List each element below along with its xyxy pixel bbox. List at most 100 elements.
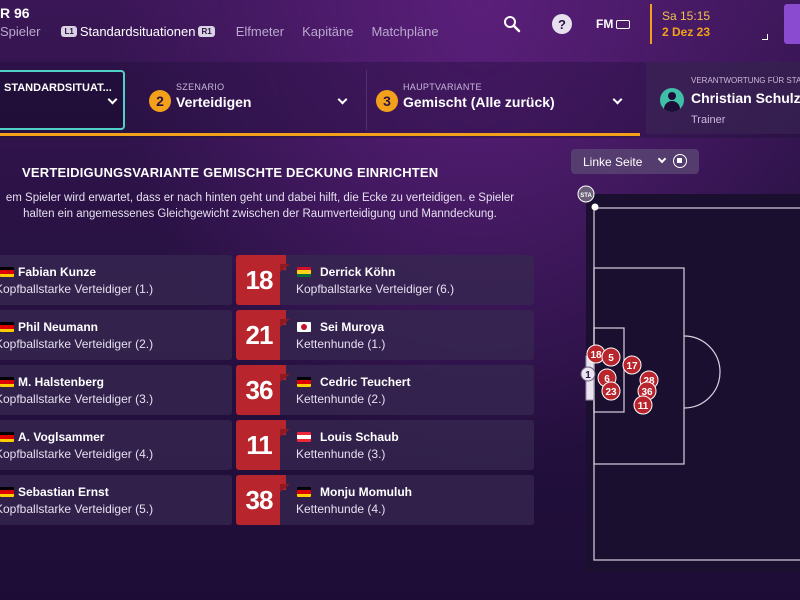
player-marker-number: 18 xyxy=(590,350,602,361)
tab-elfmeter[interactable]: Elfmeter xyxy=(236,24,284,39)
shirt-fold-icon xyxy=(280,484,290,492)
scenario-step-badge: 2 xyxy=(149,90,171,112)
player-card[interactable]: 38 Monju Momuluh Kettenhunde (4.) xyxy=(236,475,534,525)
player-card[interactable]: Sebastian Ernst Kopfballstarke Verteidig… xyxy=(0,475,232,525)
help-icon: ? xyxy=(552,14,572,34)
player-role: Kopfballstarke Verteidiger (6.) xyxy=(296,282,455,296)
standard-situation-label: STANDARDSITUAT... xyxy=(4,82,112,94)
flag-germany-icon xyxy=(297,487,311,497)
current-time: Sa 15:15 xyxy=(662,9,711,23)
shirt-number-badge: 18 xyxy=(236,255,286,305)
player-card[interactable]: M. Halstenberg Kopfballstarke Verteidige… xyxy=(0,365,232,415)
fm-logo: FM xyxy=(596,17,614,31)
player-role: Kopfballstarke Verteidiger (3.) xyxy=(0,392,154,406)
shirt-number: 11 xyxy=(246,429,272,460)
player-card[interactable]: Fabian Kunze Kopfballstarke Verteidiger … xyxy=(0,255,232,305)
flag-germany-icon xyxy=(0,377,14,387)
player-card[interactable]: 11 Louis Schaub Kettenhunde (3.) xyxy=(236,420,534,470)
chevron-down-icon xyxy=(107,94,118,105)
player-role: Kopfballstarke Verteidiger (5.) xyxy=(0,502,154,516)
scenario-caption: SZENARIO xyxy=(176,82,225,92)
player-role: Kopfballstarke Verteidiger (4.) xyxy=(0,447,154,461)
player-name: Sei Muroya xyxy=(320,320,385,334)
scenario-value: Verteidigen xyxy=(176,94,252,110)
person-icon xyxy=(660,88,684,112)
team-name: R 96 xyxy=(0,5,30,21)
player-role: Kettenhunde (2.) xyxy=(296,392,386,406)
shirt-fold-icon xyxy=(280,374,290,382)
tab-matchplaene-label: Matchpläne xyxy=(371,24,439,39)
page-heading: VERTEIDIGUNGSVARIANTE GEMISCHTE DECKUNG … xyxy=(22,165,439,180)
player-name: Phil Neumann xyxy=(18,320,99,334)
player-marker-number: 23 xyxy=(605,387,617,398)
tab-standardsituationen[interactable]: L1 Standardsituationen R1 xyxy=(58,24,217,39)
sub-navigation: Spieler L1 Standardsituationen R1 Elfmet… xyxy=(0,24,457,39)
top-bar: R 96 Spieler L1 Standardsituationen R1 E… xyxy=(0,0,800,50)
corner-taker-label: STA xyxy=(580,193,592,199)
shirt-number: 18 xyxy=(245,264,274,295)
shirt-fold-icon xyxy=(280,264,290,272)
help-button[interactable]: ? xyxy=(551,13,573,35)
standard-situation-dropdown[interactable]: STANDARDSITUAT... xyxy=(0,70,125,130)
player-marker-number: 5 xyxy=(608,353,614,364)
stop-icon[interactable] xyxy=(673,154,687,168)
variant-value: Gemischt (Alle zurück) xyxy=(403,94,555,110)
search-icon[interactable] xyxy=(501,13,523,35)
player-name: Sebastian Ernst xyxy=(18,485,109,499)
player-name: M. Halstenberg xyxy=(18,375,105,389)
shirt-number-badge: 36 xyxy=(236,365,286,415)
player-card[interactable]: 36 Cedric Teuchert Kettenhunde (2.) xyxy=(236,365,534,415)
tab-matchplaene[interactable]: Matchpläne xyxy=(371,24,438,39)
shirt-number-badge: 21 xyxy=(236,310,286,360)
player-card[interactable]: 21 Sei Muroya Kettenhunde (1.) xyxy=(236,310,534,360)
player-name: Monju Momuluh xyxy=(320,485,412,499)
main-variant-dropdown[interactable]: 3 HAUPTVARIANTE Gemischt (Alle zurück) xyxy=(366,70,636,130)
player-marker-number: 17 xyxy=(626,361,638,372)
date-display[interactable]: Sa 15:15 2 Dez 23 xyxy=(650,4,774,44)
chevron-down-icon xyxy=(337,94,348,105)
continue-button[interactable] xyxy=(784,4,800,44)
player-role: Kettenhunde (4.) xyxy=(296,502,386,516)
help-glyph: ? xyxy=(558,16,566,32)
player-card[interactable]: A. Voglsammer Kopfballstarke Verteidiger… xyxy=(0,420,232,470)
responsibility-panel[interactable]: VERANTWORTUNG FÜR STANDA Christian Schul… xyxy=(646,62,800,134)
tab-spieler[interactable]: Spieler xyxy=(0,24,40,39)
tab-spieler-label: Spieler xyxy=(0,24,41,39)
player-name: Cedric Teuchert xyxy=(320,375,411,389)
flag-germany-icon xyxy=(0,487,14,497)
tab-kapitaene-label: Kapitäne xyxy=(302,24,354,39)
player-card[interactable]: Phil Neumann Kopfballstarke Verteidiger … xyxy=(0,310,232,360)
set-piece-selector-bar: STANDARDSITUAT... 2 SZENARIO Verteidigen… xyxy=(0,62,800,138)
player-name: A. Voglsammer xyxy=(18,430,105,444)
fm-keyboard-button[interactable]: FM xyxy=(596,17,631,31)
responsibility-caption: VERANTWORTUNG FÜR STANDA xyxy=(691,76,800,85)
flag-germany-icon xyxy=(0,432,14,442)
goalkeeper-number: 1 xyxy=(585,370,591,381)
player-name: Louis Schaub xyxy=(320,430,399,444)
flag-austria-icon xyxy=(297,432,311,442)
variant-step-badge: 3 xyxy=(376,90,398,112)
flag-germany-icon xyxy=(297,377,311,387)
r1-button-hint: R1 xyxy=(198,26,215,37)
current-date: 2 Dez 23 xyxy=(662,25,711,39)
keyboard-icon xyxy=(616,19,631,29)
tab-elfmeter-label: Elfmeter xyxy=(235,24,285,39)
tab-kapitaene[interactable]: Kapitäne xyxy=(302,24,353,39)
player-role: Kopfballstarke Verteidiger (1.) xyxy=(0,282,154,296)
scenario-dropdown[interactable]: 2 SZENARIO Verteidigen xyxy=(140,70,358,130)
variant-description: em Spieler wird erwartet, dass er nach h… xyxy=(5,192,515,220)
chevron-down-icon xyxy=(657,154,667,164)
corner-side-dropdown[interactable]: Linke Seite xyxy=(571,149,699,174)
shirt-number: 36 xyxy=(245,374,274,405)
pitch-diagram: STA 1 18 5 17 6 23 28 36 11 xyxy=(577,185,800,572)
shirt-fold-icon xyxy=(280,319,290,327)
player-role: Kettenhunde (3.) xyxy=(296,447,386,461)
player-card[interactable]: 18 Derrick Köhn Kopfballstarke Verteidig… xyxy=(236,255,534,305)
chevron-down-icon xyxy=(612,94,623,105)
shirt-number-badge: 38 xyxy=(236,475,286,525)
shirt-number: 38 xyxy=(245,484,274,515)
accent-divider xyxy=(0,133,640,136)
flag-germany-icon xyxy=(0,267,14,277)
responsible-coach-name: Christian Schulz xyxy=(691,90,800,106)
player-role: Kopfballstarke Verteidiger (2.) xyxy=(0,337,154,351)
